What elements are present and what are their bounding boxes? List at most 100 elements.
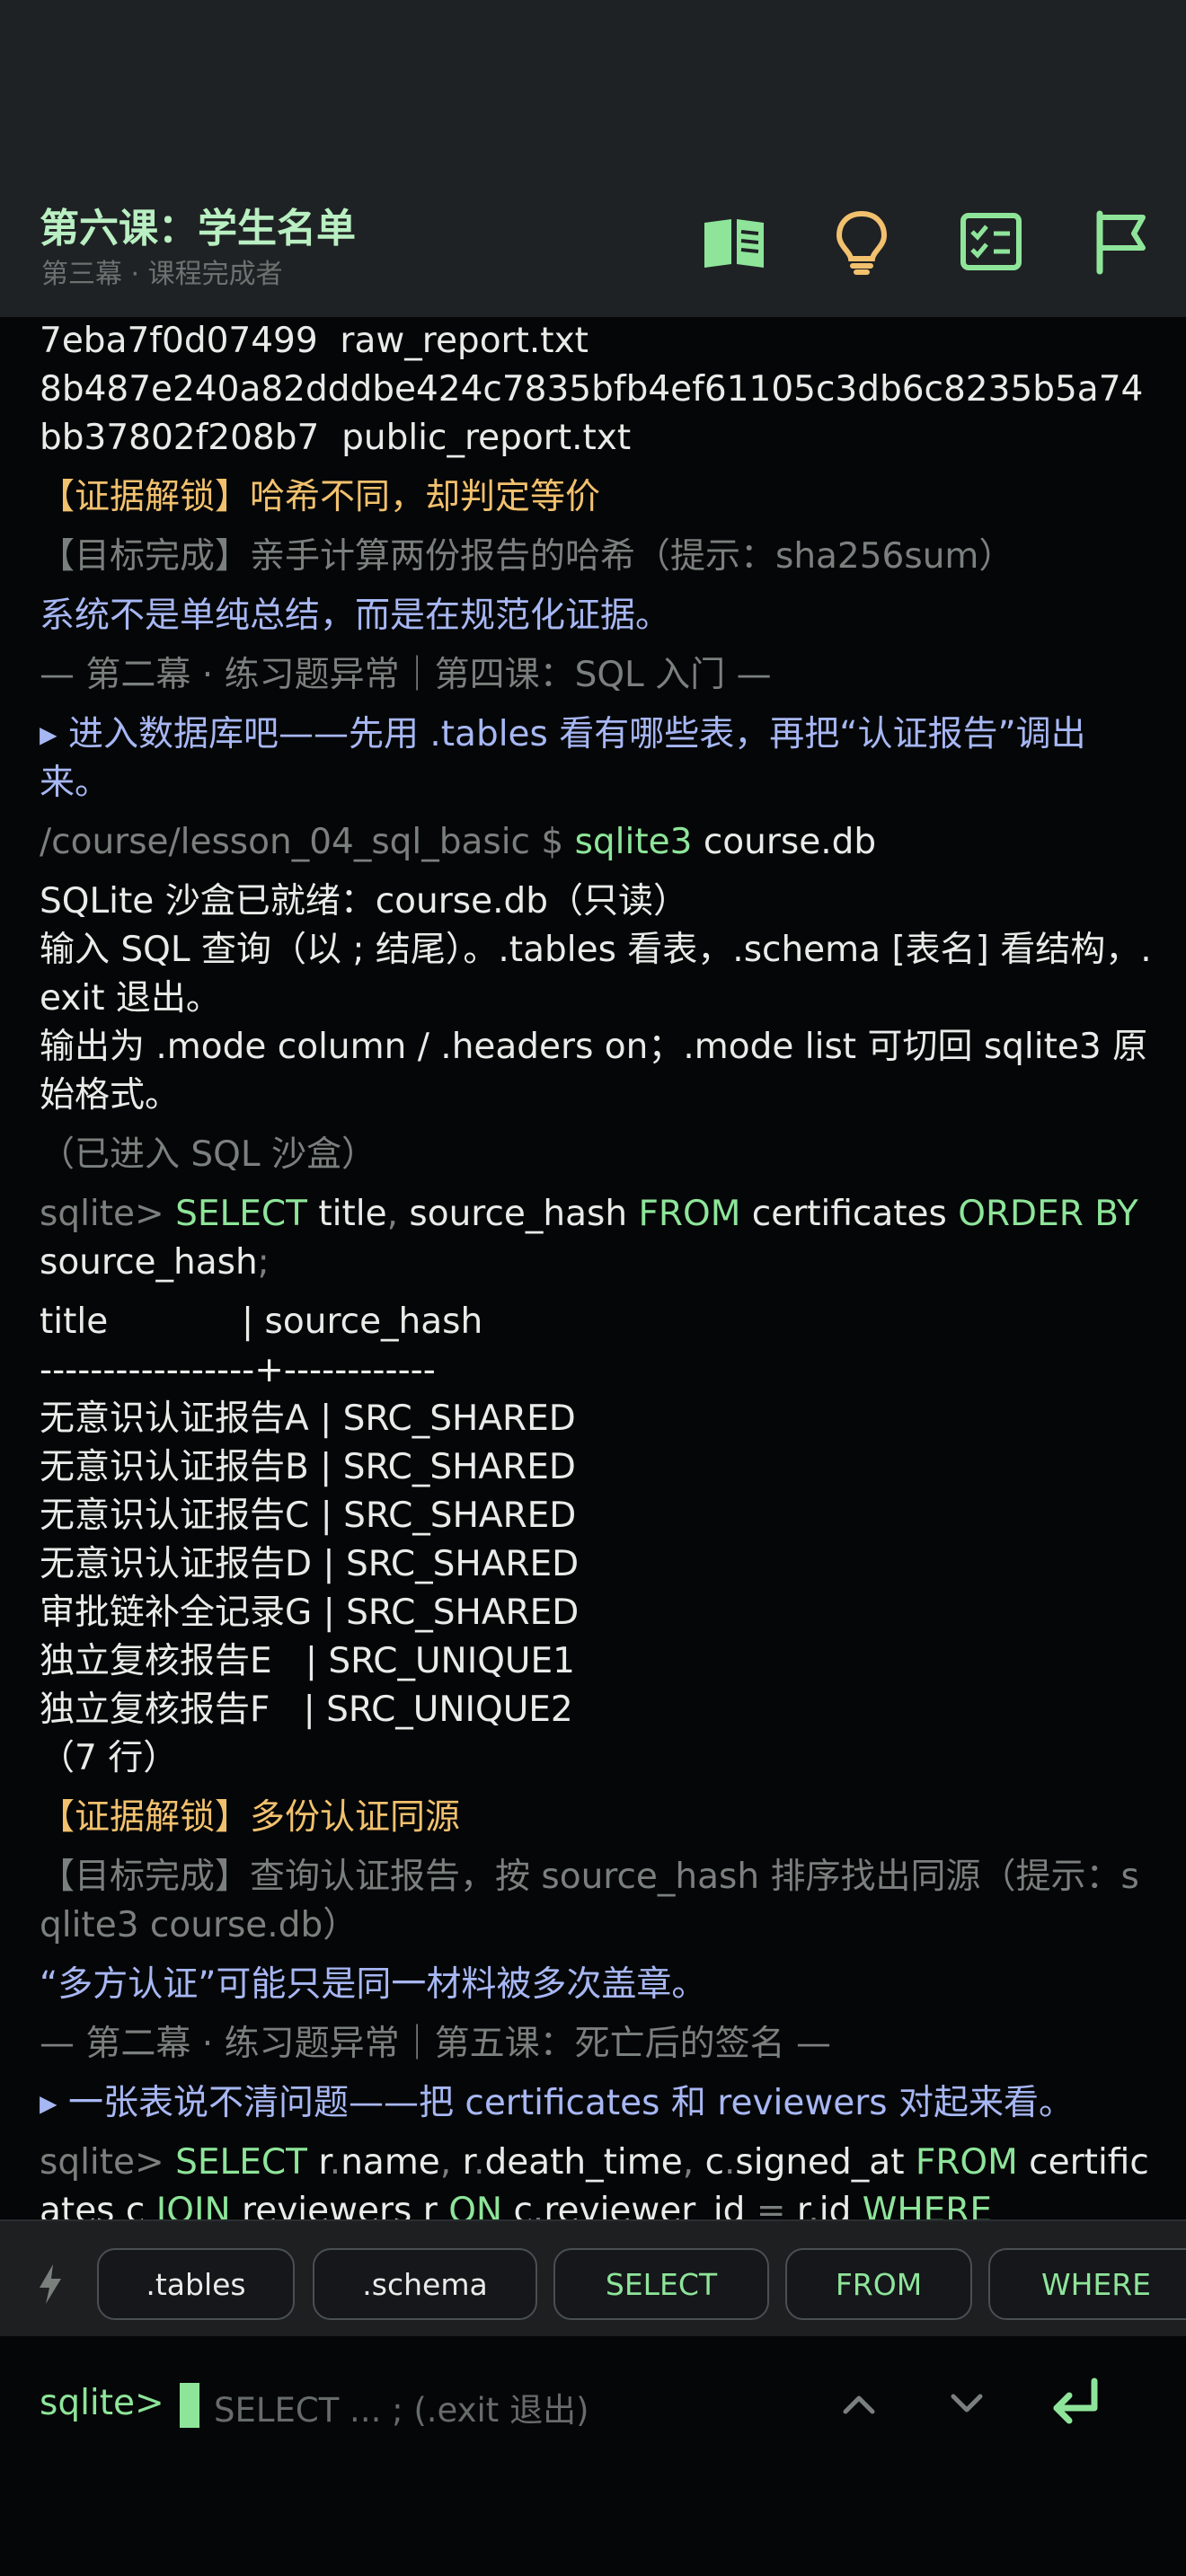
sql-query-line: sqlite> SELECT r.name, r.death_time, c.s…	[40, 2139, 1154, 2219]
sql-token: .	[532, 2191, 544, 2219]
terminal-line: 【目标完成】查询认证报告，按 source_hash 排序找出同源（提示：sql…	[40, 1857, 1139, 1945]
terminal-line: 7eba7f0d07499 raw_report.txt	[40, 321, 589, 361]
terminal-line: 无意识认证报告A | SRC_SHARED	[40, 1398, 576, 1439]
page-title: 第六课：学生名单	[40, 206, 356, 251]
sql-token: .	[474, 2142, 485, 2183]
sql-token: ON	[448, 2191, 503, 2219]
terminal-line: SQLite 沙盒已就绪：course.db（只读）	[40, 881, 688, 922]
sql-token: FROM	[638, 1194, 741, 1234]
sql-token: ,	[439, 2142, 452, 2183]
sql-token: death_time	[484, 2142, 683, 2183]
sql-token: SELECT	[175, 1194, 307, 1234]
flag-icon[interactable]	[1089, 208, 1155, 275]
terminal-line: ▸ 进入数据库吧——先用 .tables 看有哪些表，再把“认证报告”调出来。	[40, 714, 1086, 803]
terminal-line: title | source_hash	[40, 1301, 483, 1342]
sql-token: ORDER BY	[958, 1194, 1138, 1234]
terminal-line: 输出为 .mode column / .headers on；.mode lis…	[40, 1027, 1148, 1116]
sql-token: ,	[386, 1194, 398, 1234]
sql-token: sqlite>	[40, 2142, 176, 2183]
terminal-line: 独立复核报告F | SRC_UNIQUE2	[40, 1689, 573, 1730]
terminal-line: 独立复核报告E | SRC_UNIQUE1	[40, 1641, 575, 1681]
terminal-line: 审批链补全记录G | SRC_SHARED	[40, 1592, 580, 1633]
chip-from[interactable]: FROM	[785, 2248, 972, 2320]
chip-schema[interactable]: .schema	[313, 2248, 537, 2320]
shell-argument: course.db	[692, 822, 877, 862]
sql-token: id	[819, 2191, 863, 2219]
chip-tables[interactable]: .tables	[97, 2248, 295, 2320]
shell-command: sqlite3	[574, 822, 693, 862]
terminal-line: 输入 SQL 查询（以 ; 结尾）。.tables 看表，.schema [表名…	[40, 930, 1152, 1019]
sql-token: sqlite>	[40, 1194, 176, 1234]
terminal-line: 无意识认证报告C | SRC_SHARED	[40, 1495, 577, 1536]
enter-icon[interactable]	[1044, 2372, 1107, 2435]
sql-token: reviewers r	[230, 2191, 449, 2219]
terminal-line: — 第二幕 · 练习题异常｜第四课：SQL 入门 —	[40, 655, 772, 695]
sql-token: ;	[257, 1242, 270, 1283]
chip-select[interactable]: SELECT	[553, 2248, 769, 2320]
terminal-line: 无意识认证报告B | SRC_SHARED	[40, 1447, 576, 1487]
history-down-icon[interactable]	[935, 2372, 998, 2435]
terminal-line: “多方认证”可能只是同一材料被多次盖章。	[40, 1964, 707, 2005]
command-input-bar: sqlite> SELECT ... ; (.exit 退出)	[0, 2336, 1186, 2576]
sql-token: .	[724, 2142, 736, 2183]
quick-command-bar: .tables .schema SELECT FROM WHERE	[0, 2219, 1186, 2338]
terminal-line: — 第二幕 · 练习题异常｜第五课：死亡后的签名 —	[40, 2024, 831, 2064]
sql-token: ,	[682, 2142, 695, 2183]
shell-prompt: /course/lesson_04_sql_basic $	[40, 822, 575, 862]
lightning-icon	[40, 2264, 61, 2304]
terminal-line: ▸ 一张表说不清问题——把 certificates 和 reviewers 对…	[40, 2083, 1074, 2123]
text-cursor	[180, 2383, 199, 2428]
terminal-line: 无意识认证报告D | SRC_SHARED	[40, 1544, 580, 1584]
sql-token: title	[306, 1194, 387, 1234]
sql-token: certificates	[740, 1194, 959, 1234]
sql-token: .	[329, 2142, 341, 2183]
terminal-line: 8b487e240a82dddbe424c7835bfb4ef61105c3db…	[40, 369, 1144, 458]
input-prompt: sqlite>	[40, 2383, 164, 2423]
page-subtitle: 第三幕 · 课程完成者	[41, 259, 283, 290]
command-input[interactable]: SELECT ... ; (.exit 退出)	[214, 2383, 589, 2431]
sql-token: =	[756, 2191, 786, 2219]
terminal-line: 系统不是单纯总结，而是在规范化证据。	[40, 595, 671, 636]
sql-token: FROM	[915, 2142, 1018, 2183]
terminal-line: 【目标完成】亲手计算两份报告的哈希（提示：sha256sum）	[40, 536, 1014, 577]
terminal-output[interactable]: 7eba7f0d07499 raw_report.txt 8b487e240a82…	[0, 317, 1186, 2219]
sql-token: c	[694, 2142, 725, 2183]
sql-token: WHERE	[862, 2191, 993, 2219]
lightbulb-icon[interactable]	[828, 208, 895, 275]
sql-token: r	[785, 2191, 809, 2219]
sql-token: JOIN	[155, 2191, 231, 2219]
header-bar: 第六课：学生名单 第三幕 · 课程完成者	[0, 0, 1186, 317]
chip-where[interactable]: WHERE	[988, 2248, 1186, 2320]
sql-token: c	[502, 2191, 533, 2219]
terminal-line: 【证据解锁】哈希不同，却判定等价	[40, 477, 601, 517]
terminal-lines: 7eba7f0d07499 raw_report.txt 8b487e240a82…	[40, 317, 1154, 2219]
terminal-line: （7 行）	[40, 1738, 179, 1778]
sql-query-line: sqlite> SELECT title, source_hash FROM c…	[40, 1190, 1154, 1287]
sql-token: r	[306, 2142, 330, 2183]
terminal-line: 【证据解锁】多份认证同源	[40, 1797, 461, 1838]
terminal-line: -----------------+------------	[40, 1350, 436, 1390]
sql-token: .	[808, 2191, 819, 2219]
checklist-icon[interactable]	[958, 208, 1024, 275]
sql-token: reviewer_id	[544, 2191, 757, 2219]
book-icon[interactable]	[701, 208, 767, 275]
history-up-icon[interactable]	[828, 2372, 890, 2435]
terminal-line: （已进入 SQL 沙盒）	[40, 1134, 376, 1175]
shell-command-line: /course/lesson_04_sql_basic $ sqlite3 co…	[40, 818, 1154, 867]
sql-token: name	[341, 2142, 440, 2183]
